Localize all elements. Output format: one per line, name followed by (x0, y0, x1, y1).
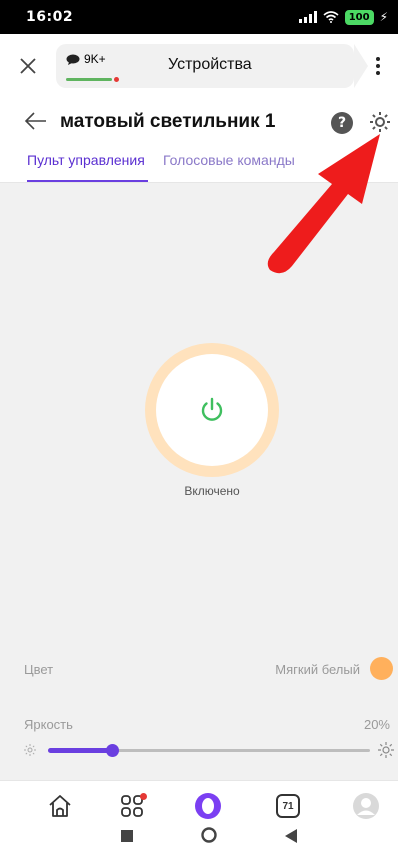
home-circle-icon[interactable] (201, 827, 217, 843)
brightness-high-icon (378, 742, 394, 758)
color-label: Цвет (24, 662, 54, 677)
power-button[interactable] (156, 354, 268, 466)
alice-icon (195, 793, 221, 819)
close-button[interactable] (0, 34, 56, 98)
url-bar[interactable]: 9K+ Устройства (56, 44, 368, 88)
battery-icon: 100 (344, 9, 374, 25)
back-arrow-icon[interactable] (24, 110, 48, 132)
tabs-count: 71 (276, 794, 300, 818)
wifi-icon (323, 11, 339, 23)
home-icon (49, 795, 71, 817)
status-bar: 16:02 100 ⚡ (0, 0, 398, 34)
comment-icon (66, 54, 80, 65)
brightness-slider-fill (48, 748, 113, 753)
back-triangle-icon[interactable] (285, 829, 297, 843)
signal-icon (298, 11, 317, 23)
close-icon (20, 58, 36, 74)
services-badge (140, 793, 147, 800)
color-swatch[interactable] (370, 657, 393, 680)
status-icons: 100 ⚡ (298, 9, 388, 25)
comments-underline (66, 78, 112, 81)
annotation-arrow (267, 134, 380, 274)
brightness-value: 20% (363, 717, 390, 732)
notification-dot (114, 77, 119, 82)
brightness-slider[interactable] (48, 744, 370, 757)
nav-home[interactable] (40, 781, 80, 831)
comments-counter[interactable]: 9K+ (66, 52, 106, 66)
avatar-icon (353, 793, 379, 819)
nav-tabs[interactable]: 71 (268, 781, 308, 831)
page-title: Устройства (168, 56, 252, 73)
system-nav (0, 827, 398, 861)
power-icon (201, 397, 223, 421)
charging-icon: ⚡ (379, 10, 388, 24)
screen: 16:02 100 ⚡ 9K+ Устройства матовый свети… (0, 0, 398, 861)
comments-count: 9K+ (84, 52, 106, 66)
nav-services[interactable] (112, 781, 152, 831)
status-time: 16:02 (26, 9, 74, 25)
nav-profile[interactable] (346, 781, 386, 831)
color-value[interactable]: Мягкий белый (275, 662, 360, 677)
brightness-label: Яркость (24, 717, 73, 732)
nav-alice[interactable] (188, 781, 228, 831)
tab-control-panel[interactable]: Пульт управления (27, 152, 145, 168)
more-menu-button[interactable] (366, 54, 390, 78)
brightness-low-icon (24, 744, 36, 756)
browser-bar: 9K+ Устройства (0, 34, 398, 98)
recents-icon[interactable] (121, 830, 133, 842)
power-status: Включено (184, 484, 240, 498)
bottom-nav: 71 (0, 780, 398, 830)
